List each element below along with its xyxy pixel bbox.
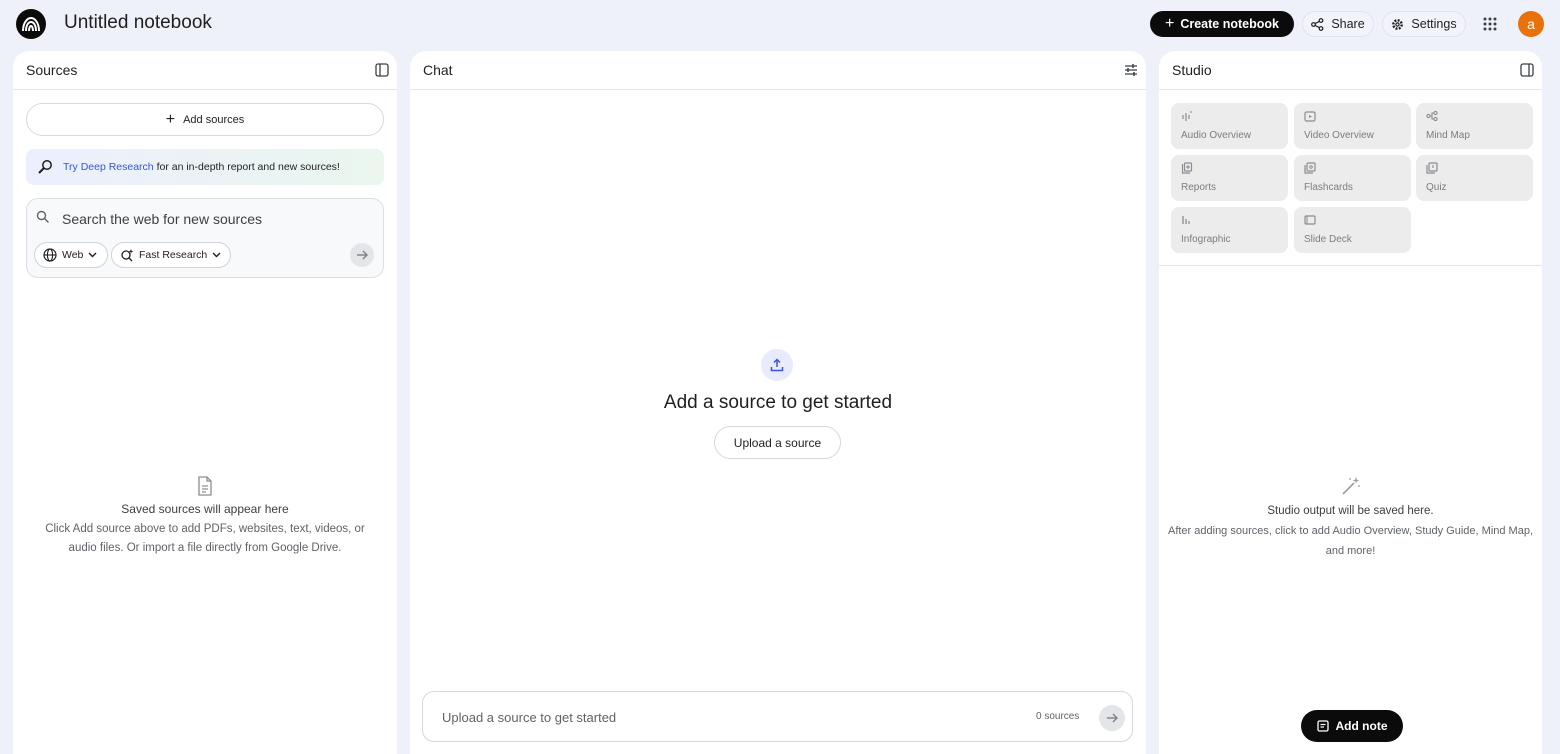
- audio-overview-icon: [1181, 110, 1193, 122]
- share-button[interactable]: Share: [1302, 11, 1374, 37]
- sources-empty-title: Saved sources will appear here: [121, 502, 289, 516]
- collapse-panel-icon[interactable]: [1520, 63, 1534, 77]
- slide-deck-icon: [1304, 214, 1316, 226]
- flashcards-icon: [1304, 162, 1316, 174]
- upload-source-button[interactable]: Upload a source: [714, 426, 841, 459]
- avatar[interactable]: a: [1518, 11, 1544, 37]
- chat-panel: Chat Add a source to get started Upload …: [410, 51, 1146, 754]
- video-overview-icon: [1304, 110, 1316, 122]
- tile-audio-overview[interactable]: Audio Overview: [1171, 103, 1288, 149]
- fast-research-label: Fast Research: [139, 249, 208, 261]
- studio-header: Studio: [1159, 51, 1542, 90]
- sources-header: Sources: [13, 51, 397, 90]
- notebook-title[interactable]: Untitled notebook: [64, 12, 212, 34]
- globe-icon: [43, 248, 57, 262]
- apps-grid-icon[interactable]: [1482, 16, 1498, 32]
- web-search-input[interactable]: Search the web for new sources: [62, 211, 362, 227]
- infographic-icon: [1181, 214, 1193, 226]
- tile-label: Mind Map: [1426, 130, 1470, 141]
- document-icon: [197, 476, 213, 496]
- sources-title: Sources: [26, 62, 78, 78]
- deep-research-link[interactable]: Try Deep Research: [63, 161, 154, 173]
- tile-label: Flashcards: [1304, 182, 1353, 193]
- divider: [1159, 265, 1542, 266]
- studio-title: Studio: [1172, 62, 1212, 78]
- collapse-panel-icon[interactable]: [375, 63, 389, 77]
- top-bar: Untitled notebook + Create notebook Shar…: [0, 0, 1560, 48]
- arrow-right-icon: [356, 249, 368, 261]
- tile-label: Quiz: [1426, 182, 1447, 193]
- mind-map-icon: [1426, 110, 1438, 122]
- chat-header: Chat: [410, 51, 1146, 90]
- sources-empty-description: Click Add source above to add PDFs, webs…: [45, 523, 365, 554]
- studio-empty-state: Studio output will be saved here. After …: [1159, 475, 1542, 561]
- deep-research-text: Try Deep Research for an in-depth report…: [63, 161, 340, 173]
- notebooklm-logo-icon[interactable]: [16, 9, 46, 39]
- upload-icon: [761, 349, 793, 381]
- send-button[interactable]: [1099, 705, 1125, 731]
- tile-infographic[interactable]: Infographic: [1171, 207, 1288, 253]
- settings-label: Settings: [1411, 17, 1457, 31]
- web-chip-label: Web: [62, 249, 84, 261]
- tile-label: Video Overview: [1304, 130, 1374, 141]
- magic-wand-icon: [1340, 475, 1362, 497]
- studio-empty-title: Studio output will be saved here.: [1267, 505, 1434, 517]
- quiz-icon: [1426, 162, 1438, 174]
- add-note-button[interactable]: Add note: [1301, 710, 1403, 742]
- share-label: Share: [1331, 17, 1365, 31]
- settings-button[interactable]: Settings: [1382, 11, 1466, 37]
- chat-input-box[interactable]: Upload a source to get started 0 sources: [422, 691, 1133, 742]
- tile-label: Audio Overview: [1181, 130, 1252, 141]
- studio-panel: Studio Audio Overview Video Overview Min…: [1159, 51, 1542, 754]
- sources-panel: Sources + Add sources Try Deep Research …: [13, 51, 397, 754]
- note-icon: [1316, 720, 1329, 732]
- tile-reports[interactable]: Reports: [1171, 155, 1288, 201]
- plus-icon: +: [1165, 15, 1175, 32]
- add-note-label: Add note: [1335, 719, 1388, 733]
- reports-icon: [1181, 162, 1193, 174]
- gear-icon: [1391, 18, 1404, 31]
- chat-input-placeholder: Upload a source to get started: [442, 710, 617, 725]
- create-notebook-label: Create notebook: [1180, 17, 1279, 31]
- research-mode-dropdown[interactable]: Fast Research: [111, 242, 231, 268]
- chat-empty-title: Add a source to get started: [663, 392, 893, 413]
- chevron-down-icon: [88, 252, 97, 258]
- studio-empty-description: After adding sources, click to add Audio…: [1167, 525, 1534, 557]
- tile-label: Infographic: [1181, 234, 1231, 245]
- sources-empty-state: Saved sources will appear here Click Add…: [13, 476, 397, 558]
- arrow-right-icon: [1106, 712, 1118, 724]
- add-sources-button[interactable]: + Add sources: [26, 103, 384, 136]
- tile-slide-deck[interactable]: Slide Deck: [1294, 207, 1411, 253]
- source-count: 0 sources: [1036, 711, 1080, 722]
- web-search-submit-button[interactable]: [350, 243, 374, 267]
- web-search-box: Search the web for new sources Web Fast …: [26, 198, 384, 278]
- studio-tiles: Audio Overview Video Overview Mind Map R…: [1171, 103, 1533, 253]
- tile-label: Reports: [1181, 182, 1217, 193]
- tile-mind-map[interactable]: Mind Map: [1416, 103, 1533, 149]
- add-sources-label: Add sources: [183, 113, 245, 126]
- web-source-dropdown[interactable]: Web: [34, 242, 108, 268]
- search-icon: [36, 210, 50, 224]
- deep-research-banner: Try Deep Research for an in-depth report…: [26, 149, 384, 185]
- magnifier-icon: [37, 159, 53, 175]
- share-icon: [1311, 17, 1324, 31]
- tile-video-overview[interactable]: Video Overview: [1294, 103, 1411, 149]
- tile-label: Slide Deck: [1304, 234, 1352, 245]
- tile-flashcards[interactable]: Flashcards: [1294, 155, 1411, 201]
- chevron-down-icon: [212, 252, 221, 258]
- chat-title: Chat: [423, 62, 453, 78]
- create-notebook-button[interactable]: + Create notebook: [1150, 11, 1294, 37]
- tile-quiz[interactable]: Quiz: [1416, 155, 1533, 201]
- tune-settings-icon[interactable]: [1124, 63, 1138, 77]
- deep-research-desc: for an in-depth report and new sources!: [153, 161, 340, 173]
- sparkle-search-icon: [120, 248, 134, 262]
- plus-icon: +: [165, 110, 176, 128]
